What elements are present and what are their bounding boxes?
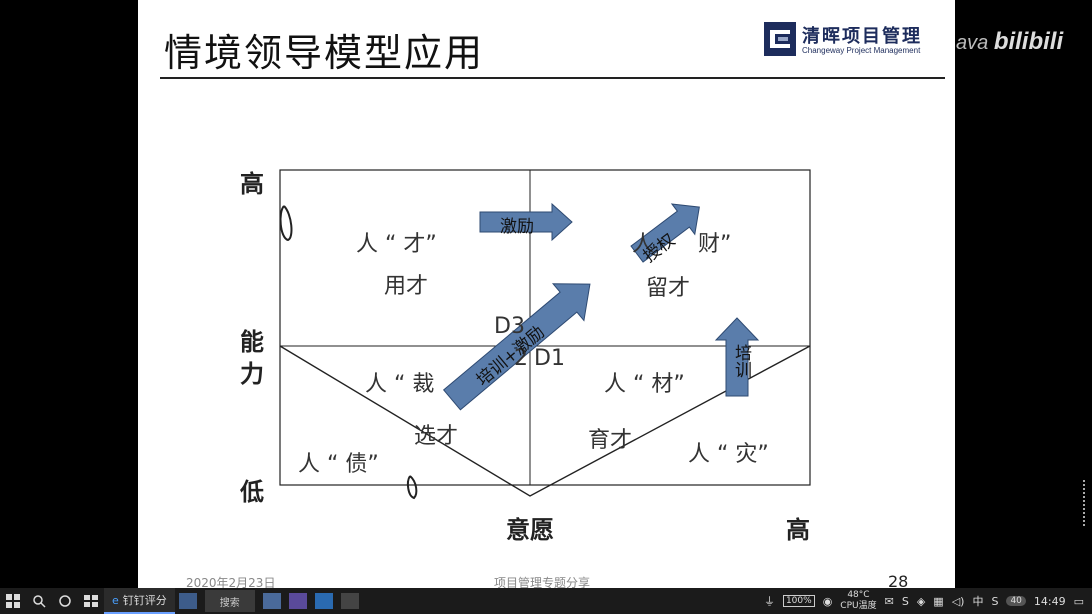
start-button[interactable]: [0, 588, 26, 614]
taskbar-app-4[interactable]: [311, 588, 337, 614]
dingtalk-icon: e: [112, 593, 119, 607]
cpu-temp-label: CPU温度: [840, 601, 877, 611]
taskbar-app-label: 钉钉评分: [122, 594, 167, 607]
quadrant-top-right-b: 财”: [698, 232, 732, 257]
taskbar-app-5[interactable]: [337, 588, 363, 614]
tray-app-icon[interactable]: ◉: [823, 595, 833, 608]
bilibili-watermark: ava bilibili: [956, 28, 1063, 56]
volume-icon[interactable]: ◁): [952, 595, 965, 608]
motivate-arrow-label: 激励: [500, 217, 534, 237]
x-axis-label: 意愿: [506, 516, 554, 544]
windows-logo-icon: [6, 594, 20, 608]
watermark-prefix: ava: [956, 32, 989, 54]
slide: 情境领导模型应用 清晖项目管理 Changeway Project Manage…: [138, 0, 955, 588]
sogou-icon[interactable]: S: [902, 595, 909, 608]
task-view-icon[interactable]: [78, 588, 104, 614]
wechat-icon[interactable]: ✉: [885, 595, 894, 608]
action-develop-talent: 育才: [588, 428, 633, 453]
network-icon[interactable]: ▦: [933, 595, 943, 608]
notification-badge[interactable]: 40: [1006, 596, 1026, 606]
y-axis-low: 低: [240, 478, 264, 506]
quadrant-top-left: 人 “ 才”: [356, 232, 437, 257]
pen-mark-top: [279, 205, 293, 242]
taskbar-app-3[interactable]: [285, 588, 311, 614]
pen-mark-bottom: [406, 475, 418, 500]
taskbar-app-1[interactable]: [175, 588, 201, 614]
taskbar-search-text: 搜索: [219, 597, 240, 609]
taskbar-app-dingtalk[interactable]: e 钉钉评分: [104, 588, 175, 614]
y-axis-high: 高: [240, 170, 264, 198]
system-tray: ⏚ 100% ◉ 48°C CPU温度 ✉ S ◈ ▦ ◁) 中 S 40 14…: [764, 590, 1092, 612]
y-axis-label-2: 力: [240, 360, 264, 388]
windows-taskbar: e 钉钉评分 搜索 ⏚ 100% ◉ 48°C CPU温度 ✉ S ◈ ▦ ◁)…: [0, 588, 1092, 614]
action-retain-talent: 留才: [646, 276, 691, 301]
ime-indicator[interactable]: 中: [972, 593, 983, 609]
y-axis-label-1: 能: [240, 328, 264, 356]
action-select-talent: 选才: [414, 424, 459, 449]
battery-indicator[interactable]: 100%: [782, 595, 815, 607]
search-icon[interactable]: [26, 588, 52, 614]
plug-icon[interactable]: ⏚: [764, 593, 775, 609]
shield-icon[interactable]: ◈: [917, 595, 925, 608]
taskbar-app-2[interactable]: [259, 588, 285, 614]
quadrant-mid-right: 人 “ 材”: [604, 372, 685, 397]
scroll-indicator[interactable]: [1083, 480, 1091, 526]
watermark-brand: bilibili: [993, 28, 1064, 55]
quadrant-bottom-right: 人 “ 灾”: [688, 442, 769, 467]
page-number: 28: [888, 572, 909, 588]
cortana-icon[interactable]: [52, 588, 78, 614]
train-arrow-label: 培训: [731, 344, 751, 378]
taskbar-search-box[interactable]: 搜索: [204, 590, 255, 612]
x-axis-high: 高: [786, 516, 810, 544]
quadrant-bottom-left: 人 “ 债”: [298, 452, 379, 477]
cpu-temp-value: 48°C: [847, 590, 870, 600]
sogou-input-icon[interactable]: S: [991, 595, 998, 608]
action-center-icon[interactable]: ▭: [1074, 595, 1084, 608]
cpu-temperature[interactable]: 48°C CPU温度: [840, 590, 876, 612]
quadrant-mid-left: 人 “ 裁: [365, 372, 435, 397]
footer-date: 2020年2月23日: [186, 576, 276, 588]
code-d1: D1: [534, 346, 565, 371]
action-use-talent: 用才: [384, 274, 429, 299]
clock[interactable]: 14:49: [1034, 595, 1066, 608]
footer-topic: 项目管理专题分享: [494, 576, 591, 588]
